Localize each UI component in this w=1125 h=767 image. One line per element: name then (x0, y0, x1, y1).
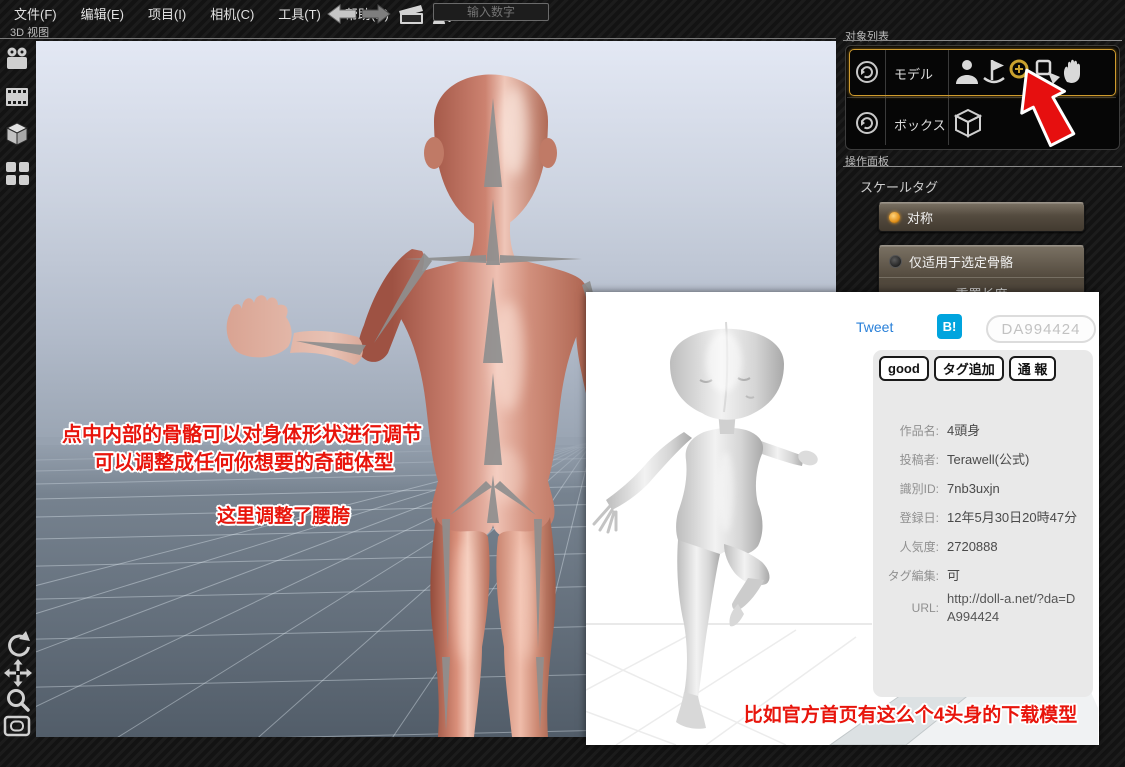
model-id-field[interactable]: DA994424 (986, 315, 1096, 343)
info-buttons: good タグ追加 通 報 (879, 356, 1056, 381)
cube-icon[interactable] (3, 120, 33, 150)
red-pointer-arrow (998, 58, 1094, 154)
menu-project[interactable]: 项目(I) (148, 4, 186, 23)
field-value[interactable]: http://doll-a.net/?da=DA994424 (947, 590, 1079, 625)
popup-annotation: 比如官方首页有这么个4头身的下载模型 (726, 700, 1095, 727)
field-popularity: 人気度: 2720888 (873, 532, 1085, 561)
divider (879, 277, 1084, 278)
selected-bones-toggle[interactable]: 仅适用于选定骨骼 (879, 246, 1084, 277)
field-label: 人気度: (873, 538, 939, 555)
body-icon[interactable] (952, 57, 982, 87)
report-button[interactable]: 通 報 (1009, 356, 1057, 381)
app-window: { "menu": { "items": [ {"label": "文件(F)"… (0, 0, 1125, 767)
website-screenshot-popup: Tweet B! DA994424 good タグ追加 通 報 作品名: 4頭身… (586, 292, 1099, 745)
field-label: タグ編集: (873, 567, 939, 584)
model-info-panel: good タグ追加 通 報 作品名: 4頭身 投稿者: Terawell(公式)… (873, 350, 1093, 697)
visibility-icon[interactable] (854, 110, 880, 136)
field-tag-edit: タグ編集: 可 (873, 561, 1085, 590)
annotation-line3: 这里调整了腰胯 (217, 501, 350, 528)
divider (843, 166, 1122, 167)
field-value: 可 (947, 567, 1079, 585)
field-value: Terawell(公式) (947, 451, 1079, 469)
menu-camera[interactable]: 相机(C) (210, 4, 254, 23)
field-author: 投稿者: Terawell(公式) (873, 445, 1085, 474)
menu-bar: 文件(F) 编辑(E) 项目(I) 相机(C) 工具(T) 帮助(H) (0, 0, 1125, 24)
back-arrow-icon[interactable] (326, 4, 356, 24)
field-title: 作品名: 4頭身 (873, 416, 1085, 445)
figure-left-hand (594, 506, 616, 532)
quad-view-icon[interactable] (3, 158, 33, 188)
model-fields: 作品名: 4頭身 投稿者: Terawell(公式) 識別ID: 7nb3uxj… (873, 416, 1085, 625)
field-label: URL: (873, 601, 939, 615)
good-button[interactable]: good (879, 356, 929, 381)
tweet-link[interactable]: Tweet (856, 319, 893, 335)
object-list-title: 对象列表 (845, 28, 889, 44)
radio-off-icon (889, 255, 902, 268)
field-date: 登録日: 12年5月30日20時47分 (873, 503, 1085, 532)
forward-arrow-icon[interactable] (362, 4, 392, 24)
hatena-bookmark-button[interactable]: B! (937, 314, 962, 339)
number-input[interactable] (433, 3, 549, 21)
field-url: URL: http://doll-a.net/?da=DA994424 (873, 590, 1085, 625)
field-value: 2720888 (947, 538, 1079, 556)
symmetry-label: 对称 (907, 208, 933, 227)
object-row-label: モデル (894, 64, 933, 83)
box-icon[interactable] (952, 107, 984, 139)
field-label: 登録日: (873, 509, 939, 526)
selected-bones-label: 仅适用于选定骨骼 (909, 252, 1013, 271)
field-value: 4頭身 (947, 422, 1079, 440)
menu-edit[interactable]: 编辑(E) (81, 4, 124, 23)
symmetry-toggle-button[interactable]: 对称 (878, 202, 1085, 232)
menu-tools[interactable]: 工具(T) (278, 4, 321, 23)
field-value: 7nb3uxjn (947, 480, 1079, 498)
visibility-icon[interactable] (854, 59, 880, 85)
divider (0, 38, 836, 39)
scale-tag-label: スケールタグ (860, 177, 938, 196)
radio-on-icon (889, 212, 900, 223)
frame-select-icon[interactable] (3, 712, 33, 742)
pan-view-icon[interactable] (3, 658, 33, 688)
rotate-view-icon[interactable] (3, 630, 33, 660)
field-label: 投稿者: (873, 451, 939, 468)
field-label: 識別ID: (873, 480, 939, 497)
field-label: 作品名: (873, 422, 939, 439)
field-id: 識別ID: 7nb3uxjn (873, 474, 1085, 503)
object-row-label: ボックス (894, 115, 946, 134)
film-strip-icon[interactable] (3, 82, 33, 112)
divider (843, 40, 1122, 41)
field-value: 12年5月30日20時47分 (947, 509, 1079, 527)
tag-add-button[interactable]: タグ追加 (934, 356, 1004, 381)
menu-file[interactable]: 文件(F) (14, 4, 57, 23)
clapperboard-icon[interactable] (398, 3, 425, 25)
annotation-line2: 可以调整成任何你想要的奇葩体型 (94, 446, 394, 475)
annotation-line1: 点中内部的骨骼可以对身体形状进行调节 (62, 418, 422, 447)
popup-floor-grid (586, 626, 856, 745)
movie-camera-icon[interactable] (3, 44, 33, 74)
